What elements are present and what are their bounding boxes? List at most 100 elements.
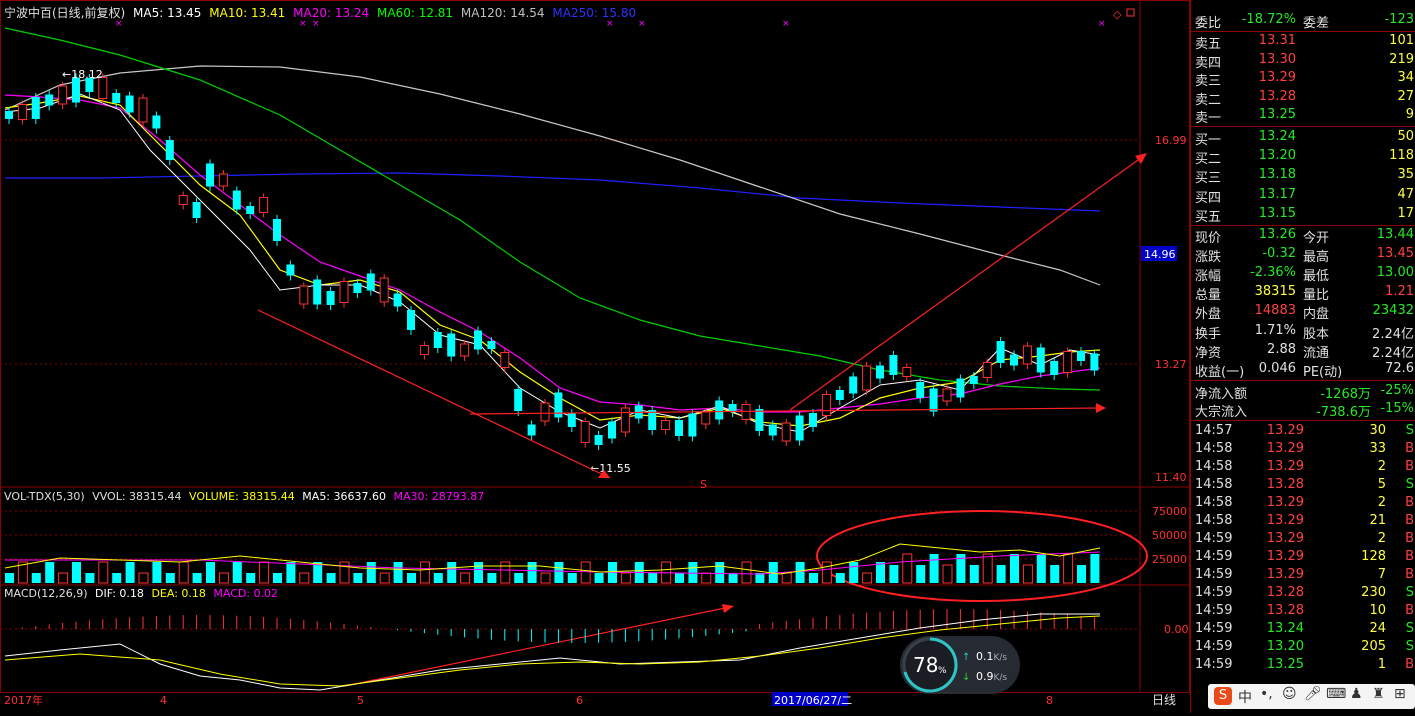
flow-row[interactable]: 大宗流入 -738.6万 -15%	[1191, 401, 1415, 420]
tick-volume: 21	[1369, 513, 1386, 528]
flow-value: -738.6万	[1316, 405, 1371, 420]
candle	[339, 281, 349, 303]
buy-level-row[interactable]: 买二 13.20 118	[1191, 148, 1415, 167]
sell-level-row[interactable]: 卖一 13.25 9	[1191, 107, 1415, 127]
stat-label: 总量	[1195, 288, 1222, 303]
tick-price: 13.29	[1266, 459, 1304, 474]
stat-row[interactable]: 净资 2.88 流通 2.24亿	[1191, 342, 1415, 361]
tick-time: 14:59	[1195, 531, 1233, 546]
sell-level-row[interactable]: 卖二 13.28 27	[1191, 88, 1415, 108]
candle	[608, 421, 616, 439]
sell-level-label: 卖一	[1195, 111, 1222, 127]
buy-level-row[interactable]: 买一 13.24 50	[1191, 129, 1415, 148]
svg-text:%: %	[938, 666, 947, 676]
tick-row[interactable]: 14:59 13.29 2 B	[1191, 531, 1415, 549]
sogou-logo-icon[interactable]: S	[1214, 687, 1232, 705]
svg-text:×: ×	[1098, 19, 1106, 29]
kline-chart-svg[interactable]: 宁波中百(日线,前复权) MA5: 13.45 MA10: 13.41 MA20…	[0, 0, 1190, 713]
sell-level-price: 13.31	[1258, 33, 1296, 48]
candle	[821, 394, 831, 416]
stat-value: 72.6	[1385, 361, 1414, 376]
volume-bar	[567, 573, 577, 583]
tick-row[interactable]: 14:59 13.24 24 S	[1191, 621, 1415, 639]
candle	[138, 97, 148, 123]
buy-level-price: 13.18	[1258, 167, 1296, 183]
buy-level-row[interactable]: 买三 13.18 35	[1191, 167, 1415, 186]
stat-row[interactable]: 现价 13.26 今开 13.44	[1191, 227, 1415, 246]
tick-row[interactable]: 14:59 13.28 230 S	[1191, 585, 1415, 603]
tick-row[interactable]: 14:59 13.28 10 B	[1191, 603, 1415, 621]
tick-row[interactable]: 14:59 13.29 128 B	[1191, 549, 1415, 567]
current-price-tag: 14.96	[1144, 248, 1176, 261]
punctuation-icon[interactable]: •,	[1260, 686, 1273, 702]
ma250-label: MA250: 15.80	[552, 6, 636, 20]
buy-level-row[interactable]: 买五 13.15 17	[1191, 205, 1415, 225]
stat-row[interactable]: 收益(一) 0.046 PE(动) 72.6	[1191, 361, 1415, 380]
tick-volume: 128	[1361, 549, 1386, 564]
tick-row[interactable]: 14:58 13.29 33 B	[1191, 441, 1415, 459]
shirt-icon[interactable]: ♜	[1372, 686, 1385, 702]
stat-row[interactable]: 外盘 14883 内盘 23432	[1191, 303, 1415, 322]
tick-row[interactable]: 14:59 13.25 1 B	[1191, 657, 1415, 675]
volume-bar	[620, 572, 631, 584]
volume-bar	[916, 565, 926, 583]
stat-value: 2.24亿	[1372, 327, 1414, 342]
square-icon[interactable]	[1126, 8, 1135, 17]
tick-row[interactable]: 14:57 13.29 30 S	[1191, 423, 1415, 441]
tick-row[interactable]: 14:58 13.28 5 S	[1191, 477, 1415, 495]
stat-row[interactable]: 涨跌 -0.32 最高 13.45	[1191, 246, 1415, 265]
ime-mode[interactable]: 中	[1238, 687, 1252, 707]
ma10-label: MA10: 13.41	[209, 6, 285, 20]
stat-row[interactable]: 总量 38315 量比 1.21	[1191, 284, 1415, 303]
period-label[interactable]: 日线	[1152, 693, 1176, 707]
sell-level-volume: 219	[1389, 51, 1414, 67]
low-price-marker: ←11.55	[590, 462, 631, 475]
sell-level-volume: 101	[1389, 33, 1414, 48]
tick-row[interactable]: 14:59 13.29 7 B	[1191, 567, 1415, 585]
emoji-icon[interactable]: ☺	[1282, 686, 1297, 702]
volume-bar	[206, 562, 215, 583]
volume-bar	[419, 561, 430, 584]
volume-bar	[527, 562, 537, 583]
candle	[72, 77, 80, 103]
volume-bar	[353, 573, 363, 583]
candle	[675, 420, 683, 436]
buy-level-price: 13.15	[1258, 205, 1296, 221]
ime-toolbar[interactable]: S 中 •, ☺ 🎤︎ ⌨ ♟ ♜ ⊞	[1208, 684, 1415, 709]
tick-side: S	[1405, 423, 1414, 438]
buy-level-row[interactable]: 买四 13.17 47	[1191, 187, 1415, 206]
kline-chart-area[interactable]: 宁波中百(日线,前复权) MA5: 13.45 MA10: 13.41 MA20…	[0, 0, 1190, 713]
tick-price: 13.28	[1266, 603, 1304, 618]
tick-volume: 5	[1377, 477, 1386, 492]
macd-axis-zero: 0.00	[1164, 623, 1189, 636]
user-icon[interactable]: ♟	[1350, 686, 1363, 702]
tick-row[interactable]: 14:58 13.29 2 B	[1191, 495, 1415, 513]
sell-level-row[interactable]: 卖五 13.31 101	[1191, 33, 1415, 52]
volume-bar	[326, 573, 336, 583]
candle	[1036, 347, 1045, 373]
network-speed-widget[interactable]: 78 % ↑ ↓ 0.1K/s 0.9K/s	[900, 636, 1020, 694]
date-highlight: 2017/06/27/二	[774, 694, 852, 707]
tick-row[interactable]: 14:58 13.29 2 B	[1191, 459, 1415, 477]
tick-row[interactable]: 14:59 13.20 205 S	[1191, 639, 1415, 657]
candle	[246, 206, 255, 214]
tick-time: 14:59	[1195, 639, 1233, 654]
stat-row[interactable]: 涨幅 -2.36% 最低 13.00	[1191, 265, 1415, 284]
sell-level-price: 13.28	[1258, 88, 1296, 104]
sell-level-row[interactable]: 卖四 13.30 219	[1191, 51, 1415, 71]
diamond-icon[interactable]: ◇	[1113, 8, 1122, 21]
stat-row[interactable]: 换手 1.71% 股本 2.24亿	[1191, 323, 1415, 342]
candle	[862, 365, 872, 391]
stat-label: 内盘	[1303, 307, 1330, 322]
tick-side: S	[1405, 639, 1414, 654]
microphone-icon[interactable]: 🎤︎	[1304, 686, 1322, 702]
sell-level-row[interactable]: 卖三 13.29 34	[1191, 70, 1415, 89]
volume-bar	[192, 573, 202, 583]
tick-row[interactable]: 14:58 13.29 21 B	[1191, 513, 1415, 531]
flow-row[interactable]: 净流入额 -1268万 -25%	[1191, 383, 1415, 402]
tick-price: 13.29	[1266, 549, 1304, 564]
grid-menu-icon[interactable]: ⊞	[1394, 686, 1406, 702]
candle	[889, 355, 898, 375]
volume-bar	[299, 572, 310, 584]
keyboard-icon[interactable]: ⌨	[1326, 686, 1346, 702]
